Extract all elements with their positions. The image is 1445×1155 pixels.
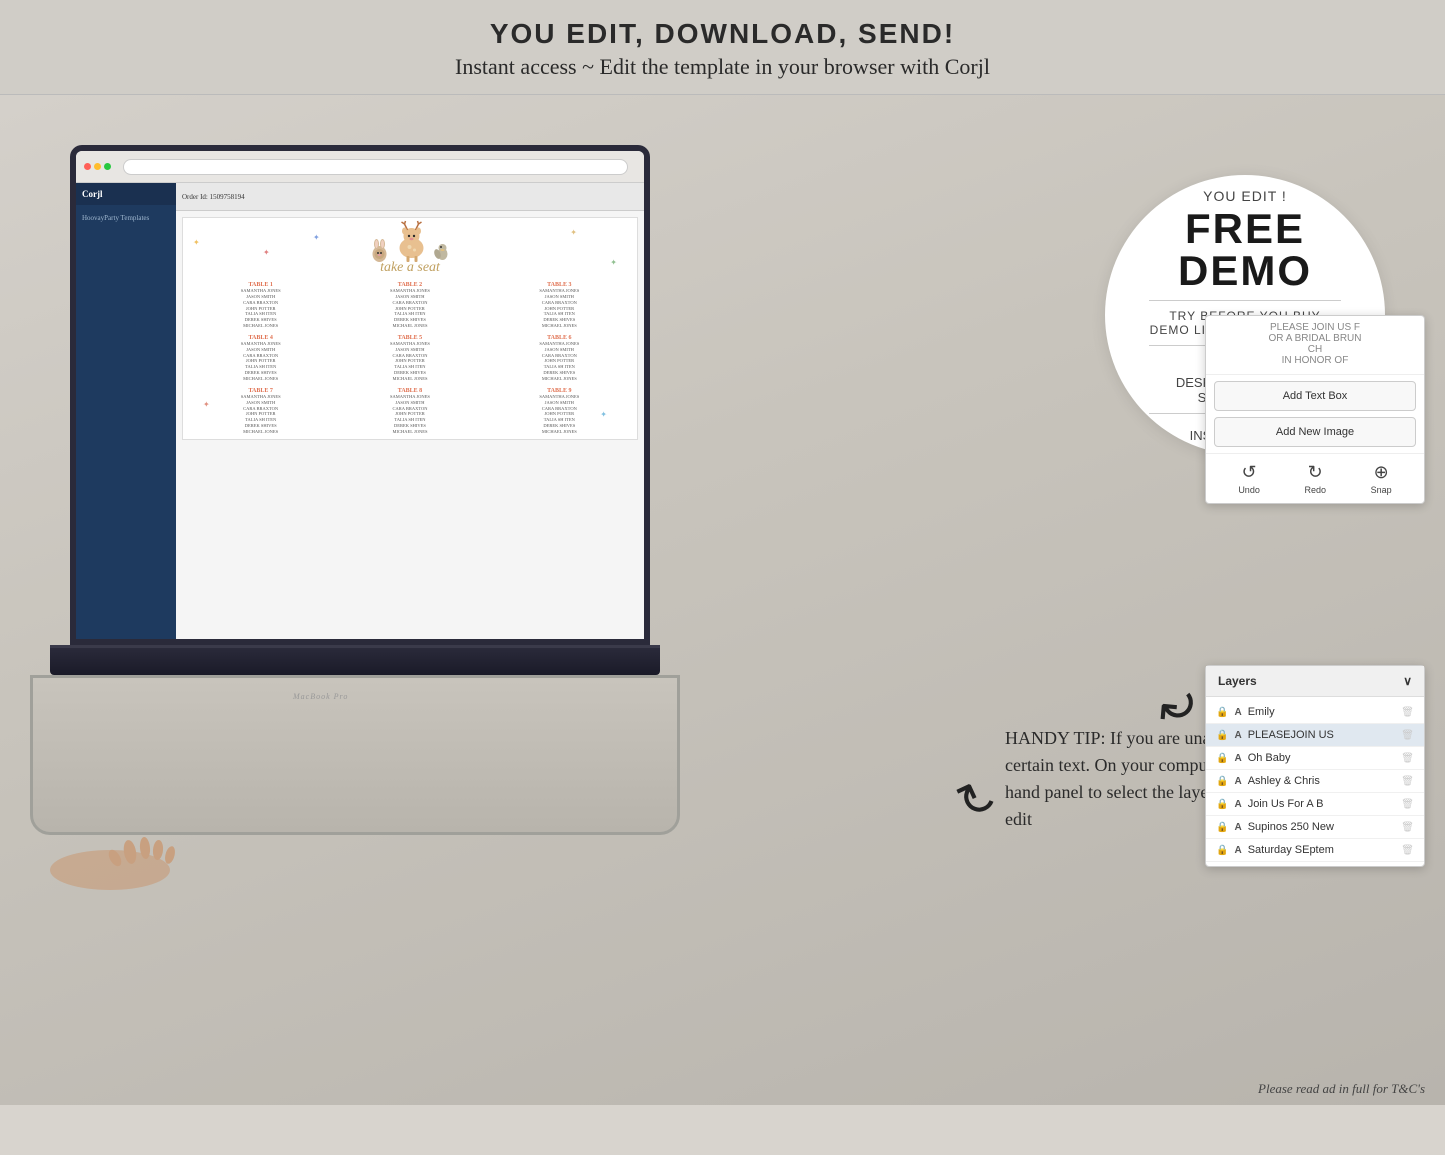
- redo-tool[interactable]: ↻ Redo: [1304, 462, 1326, 495]
- layers-list: 🔒 A Emily 🗑 🔒 A PLEASEJOIN US 🗑 🔒 A Oh B…: [1206, 697, 1424, 866]
- laptop-hinge: [50, 645, 660, 675]
- layer-name: Join Us For A B: [1248, 798, 1396, 810]
- layer-item-4[interactable]: 🔒 A Join Us For A B 🗑: [1206, 793, 1424, 816]
- snap-tool[interactable]: ⊕ Snap: [1371, 462, 1392, 495]
- delete-icon: 🗑: [1401, 730, 1414, 741]
- banner-subtitle: Instant access ~ Edit the template in yo…: [0, 54, 1445, 80]
- layers-panel: Layers ∨ 🔒 A Emily 🗑 🔒 A PLEASEJOIN US 🗑…: [1205, 665, 1425, 867]
- top-banner: YOU EDIT, DOWNLOAD, SEND! Instant access…: [0, 0, 1445, 95]
- toolbar-text: Order Id: 1509758194: [182, 193, 245, 201]
- layer-item-1[interactable]: 🔒 A PLEASEJOIN US 🗑: [1206, 724, 1424, 747]
- panel-subheader: PLEASE JOIN US FOR A BRIDAL BRUNCHIN HON…: [1216, 322, 1414, 366]
- layer-name: Saturday SEptem: [1248, 844, 1396, 856]
- app-sidebar: Corjl HoovayParty Templates: [76, 183, 176, 639]
- star-decor: ✦: [203, 400, 210, 409]
- demo-you-edit: YOU EDIT !: [1203, 188, 1287, 204]
- layer-type-icon: A: [1234, 753, 1241, 764]
- demo-demo-text: DEMO: [1178, 250, 1312, 292]
- delete-icon: 🗑: [1401, 799, 1414, 810]
- delete-icon: 🗑: [1401, 776, 1414, 787]
- footer: Please read ad in full for T&C's: [1258, 1081, 1425, 1097]
- demo-free-text: FREE: [1185, 208, 1305, 250]
- seating-chart: ✦ ✦ ✦ ✦ ✦ ✦ ✦: [182, 217, 638, 440]
- star-decor: ✦: [610, 258, 617, 267]
- url-bar[interactable]: [123, 159, 628, 175]
- layer-type-icon: A: [1234, 845, 1241, 856]
- layer-name: Supinos 250 New: [1248, 821, 1396, 833]
- layer-name: Emily: [1248, 706, 1396, 718]
- delete-icon: 🗑: [1401, 707, 1414, 718]
- bird-icon: [434, 240, 452, 262]
- add-new-image-button[interactable]: Add New Image: [1214, 417, 1416, 447]
- delete-icon: 🗑: [1401, 753, 1414, 764]
- layer-name: Oh Baby: [1248, 752, 1396, 764]
- banner-title: YOU EDIT, DOWNLOAD, SEND!: [0, 18, 1445, 50]
- snap-icon: ⊕: [1371, 462, 1392, 483]
- main-area: Corjl HoovayParty Templates Order Id: 15…: [0, 95, 1445, 1105]
- app-main: Order Id: 1509758194 ✦ ✦ ✦ ✦ ✦ ✦: [176, 183, 644, 639]
- laptop-screen: Corjl HoovayParty Templates Order Id: 15…: [70, 145, 650, 645]
- star-decor: ✦: [313, 233, 320, 242]
- layers-title: Layers: [1218, 674, 1257, 688]
- layer-name: PLEASEJOIN US: [1248, 729, 1396, 741]
- redo-icon: ↻: [1304, 462, 1326, 483]
- footer-text: Please read ad in full for T&C's: [1258, 1081, 1425, 1096]
- lock-icon: 🔒: [1216, 776, 1228, 787]
- layer-type-icon: A: [1234, 707, 1241, 718]
- delete-icon: 🗑: [1401, 822, 1414, 833]
- hand-illustration: [30, 790, 230, 895]
- dot-minimize: [94, 163, 101, 170]
- lock-icon: 🔒: [1216, 822, 1228, 833]
- star-decor: ✦: [263, 248, 270, 257]
- undo-icon: ↺: [1238, 462, 1260, 483]
- layer-type-icon: A: [1234, 730, 1241, 741]
- sidebar-item-templates[interactable]: HoovayParty Templates: [76, 209, 176, 227]
- layers-chevron: ∨: [1403, 674, 1412, 688]
- laptop-area: Corjl HoovayParty Templates Order Id: 15…: [0, 125, 680, 905]
- corjl-tools: ↺ Undo ↻ Redo ⊕ Snap: [1206, 453, 1424, 503]
- layer-item-2[interactable]: 🔒 A Oh Baby 🗑: [1206, 747, 1424, 770]
- layer-name: Ashley & Chris: [1248, 775, 1396, 787]
- dot-maximize: [104, 163, 111, 170]
- layer-item-0[interactable]: 🔒 A Emily 🗑: [1206, 701, 1424, 724]
- deer-icon: [395, 220, 430, 262]
- sidebar-menu: HoovayParty Templates: [76, 205, 176, 231]
- lock-icon: 🔒: [1216, 707, 1228, 718]
- app-toolbar: Order Id: 1509758194: [176, 183, 644, 211]
- star-decor: ✦: [600, 410, 607, 419]
- corjl-panel: PLEASE JOIN US FOR A BRIDAL BRUNCHIN HON…: [1205, 315, 1425, 504]
- demo-divider-1: [1149, 300, 1341, 301]
- layer-item-5[interactable]: 🔒 A Supinos 250 New 🗑: [1206, 816, 1424, 839]
- undo-tool[interactable]: ↺ Undo: [1238, 462, 1260, 495]
- lock-icon: 🔒: [1216, 730, 1228, 741]
- lock-icon: 🔒: [1216, 799, 1228, 810]
- delete-icon: 🗑: [1401, 845, 1414, 856]
- star-decor: ✦: [570, 228, 577, 237]
- macbook-label: MacBook Pro: [293, 692, 348, 701]
- layer-type-icon: A: [1234, 799, 1241, 810]
- browser-dots: [84, 163, 111, 170]
- layer-item-3[interactable]: 🔒 A Ashley & Chris 🗑: [1206, 770, 1424, 793]
- panel-header: PLEASE JOIN US FOR A BRIDAL BRUNCHIN HON…: [1206, 316, 1424, 375]
- layer-type-icon: A: [1234, 822, 1241, 833]
- animal-illustration: [369, 220, 452, 262]
- star-decor: ✦: [193, 238, 200, 247]
- add-text-box-button[interactable]: Add Text Box: [1214, 381, 1416, 411]
- corjl-logo: Corjl: [76, 183, 176, 205]
- layer-item-6[interactable]: 🔒 A Saturday SEptem 🗑: [1206, 839, 1424, 862]
- layer-type-icon: A: [1234, 776, 1241, 787]
- lock-icon: 🔒: [1216, 753, 1228, 764]
- lock-icon: 🔒: [1216, 845, 1228, 856]
- dot-close: [84, 163, 91, 170]
- bunny-icon: [369, 234, 391, 262]
- layers-header: Layers ∨: [1206, 666, 1424, 697]
- screen-inner: Corjl HoovayParty Templates Order Id: 15…: [76, 151, 644, 639]
- hand-svg: [30, 790, 230, 890]
- browser-chrome: [76, 151, 644, 183]
